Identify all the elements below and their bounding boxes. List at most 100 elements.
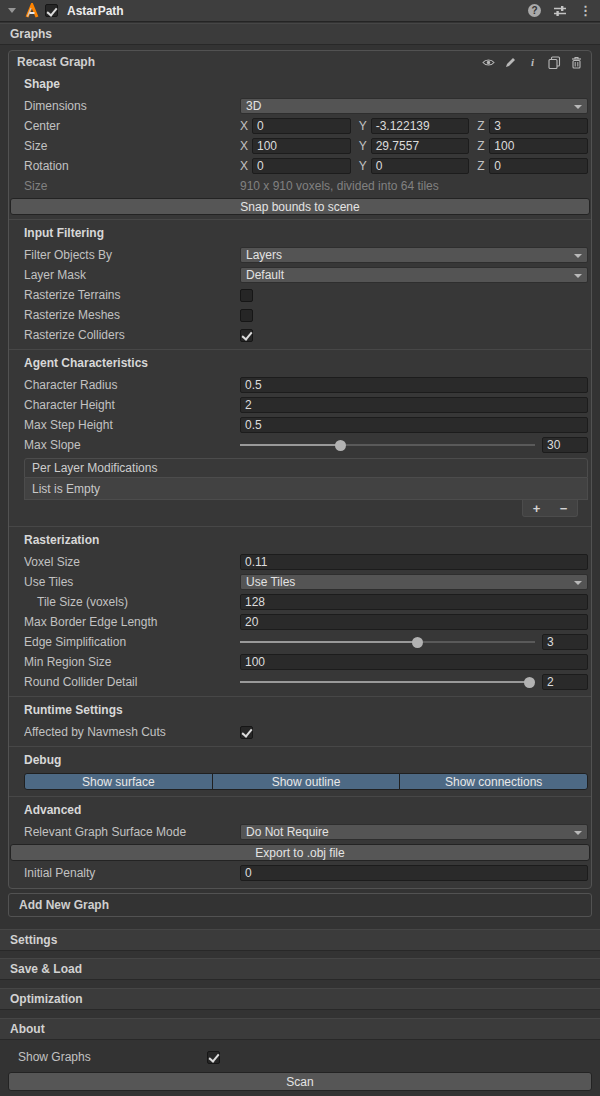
rasterize-meshes-row: Rasterize Meshes	[9, 305, 591, 325]
character-height-field[interactable]: 2	[240, 397, 588, 413]
add-new-graph-button[interactable]: Add New Graph	[8, 893, 592, 917]
recast-graph-title: Recast Graph	[17, 55, 95, 69]
center-y-field[interactable]: -3.122139	[371, 118, 470, 134]
graphs-section-header[interactable]: Graphs	[0, 23, 600, 45]
presets-icon[interactable]	[553, 4, 567, 18]
dimensions-dropdown[interactable]: 3D	[240, 98, 588, 114]
size-z-field[interactable]: 100	[489, 138, 588, 154]
center-z-field[interactable]: 3	[489, 118, 588, 134]
filter-objects-by-row: Filter Objects By Layers	[9, 245, 591, 265]
rotation-y-field[interactable]: 0	[371, 158, 470, 174]
duplicate-icon[interactable]	[548, 56, 561, 69]
recast-graph-header[interactable]: Recast Graph i	[9, 51, 591, 73]
x-axis-label: X	[240, 159, 248, 173]
voxel-size-info-label: Size	[24, 179, 240, 193]
snap-bounds-button[interactable]: Snap bounds to scene	[10, 198, 590, 215]
round-collider-detail-slider[interactable]	[240, 674, 535, 690]
slider-handle[interactable]	[412, 637, 423, 648]
optimization-section-header[interactable]: Optimization	[0, 988, 600, 1010]
rasterize-terrains-checkbox[interactable]	[240, 289, 253, 302]
list-add-button[interactable]: +	[533, 502, 541, 515]
save-load-section-header[interactable]: Save & Load	[0, 958, 600, 980]
center-label: Center	[24, 119, 240, 133]
show-connections-button[interactable]: Show connections	[399, 773, 588, 790]
rasterize-terrains-row: Rasterize Terrains	[9, 285, 591, 305]
voxel-size-row: Voxel Size 0.11	[9, 552, 591, 572]
round-collider-detail-value-field[interactable]: 2	[542, 674, 588, 690]
export-obj-button[interactable]: Export to .obj file	[10, 844, 590, 861]
relevant-graph-surface-mode-dropdown[interactable]: Do Not Require	[240, 824, 588, 840]
delete-trash-icon[interactable]	[570, 56, 583, 69]
agent-characteristics-heading: Agent Characteristics	[9, 352, 591, 373]
edge-simplification-slider[interactable]	[240, 634, 535, 650]
divider	[9, 796, 591, 797]
initial-penalty-field[interactable]: 0	[240, 865, 588, 881]
min-region-size-row: Min Region Size 100	[9, 652, 591, 672]
size-label: Size	[24, 139, 240, 153]
graphs-section-label: Graphs	[10, 27, 52, 41]
character-radius-row: Character Radius 0.5	[9, 375, 591, 395]
y-axis-label: Y	[359, 139, 367, 153]
rotation-z-field[interactable]: 0	[489, 158, 588, 174]
min-region-size-field[interactable]: 100	[240, 654, 588, 670]
debug-buttons: Show surface Show outline Show connectio…	[24, 773, 588, 790]
z-axis-label: Z	[477, 159, 485, 173]
voxel-size-field[interactable]: 0.11	[240, 554, 588, 570]
center-row: Center X0 Y-3.122139 Z3	[9, 116, 591, 136]
divider	[9, 696, 591, 697]
tile-size-field[interactable]: 128	[240, 594, 588, 610]
rasterize-meshes-checkbox[interactable]	[240, 309, 253, 322]
center-x-field[interactable]: 0	[252, 118, 351, 134]
input-filtering-heading: Input Filtering	[9, 222, 591, 243]
rasterize-colliders-checkbox[interactable]	[240, 329, 253, 342]
astarpath-logo-icon	[24, 3, 40, 19]
scan-button[interactable]: Scan	[8, 1072, 592, 1091]
max-border-edge-length-field[interactable]: 20	[240, 614, 588, 630]
max-step-height-field[interactable]: 0.5	[240, 417, 588, 433]
visibility-icon[interactable]	[482, 56, 495, 69]
context-menu-icon[interactable]: ⋮	[579, 3, 592, 18]
layer-mask-dropdown[interactable]: Default	[240, 267, 588, 283]
debug-heading: Debug	[9, 749, 591, 770]
voxel-size-info-value: 910 x 910 voxels, divided into 64 tiles	[240, 179, 439, 193]
max-border-edge-length-row: Max Border Edge Length 20	[9, 612, 591, 632]
y-axis-label: Y	[359, 119, 367, 133]
rotation-label: Rotation	[24, 159, 240, 173]
show-outline-button[interactable]: Show outline	[212, 773, 401, 790]
divider	[9, 349, 591, 350]
divider	[9, 219, 591, 220]
component-enabled-checkbox[interactable]	[45, 4, 58, 17]
settings-section-header[interactable]: Settings	[0, 929, 600, 951]
character-radius-field[interactable]: 0.5	[240, 377, 588, 393]
component-header: AstarPath ? ⋮	[0, 0, 600, 22]
about-section-header[interactable]: About	[0, 1018, 600, 1040]
size-x-field[interactable]: 100	[252, 138, 351, 154]
info-icon[interactable]: i	[526, 56, 539, 69]
max-slope-value-field[interactable]: 30	[542, 437, 588, 453]
affected-by-navmesh-cuts-checkbox[interactable]	[240, 726, 253, 739]
filter-objects-by-dropdown[interactable]: Layers	[240, 247, 588, 263]
list-remove-button[interactable]: −	[560, 502, 568, 515]
round-collider-detail-row: Round Collider Detail 2	[9, 672, 591, 692]
edge-simplification-value-field[interactable]: 3	[542, 634, 588, 650]
slider-handle[interactable]	[335, 440, 346, 451]
show-graphs-checkbox[interactable]	[207, 1051, 220, 1064]
help-icon[interactable]: ?	[528, 4, 541, 17]
max-slope-slider[interactable]	[240, 437, 535, 453]
z-axis-label: Z	[477, 139, 485, 153]
foldout-arrow-icon[interactable]	[8, 8, 16, 13]
slider-handle[interactable]	[524, 677, 535, 688]
recast-graph-panel: Recast Graph i Shape Dimensions 3D Cente…	[8, 50, 592, 889]
x-axis-label: X	[240, 119, 248, 133]
voxel-size-info-row: Size 910 x 910 voxels, divided into 64 t…	[9, 176, 591, 196]
rasterize-colliders-row: Rasterize Colliders	[9, 325, 591, 345]
per-layer-modifications-header[interactable]: Per Layer Modifications	[24, 458, 588, 478]
edit-pencil-icon[interactable]	[504, 56, 517, 69]
size-y-field[interactable]: 29.7557	[371, 138, 470, 154]
use-tiles-dropdown[interactable]: Use Tiles	[240, 574, 588, 590]
character-height-row: Character Height 2	[9, 395, 591, 415]
shape-heading: Shape	[9, 73, 591, 94]
relevant-graph-surface-mode-row: Relevant Graph Surface Mode Do Not Requi…	[9, 822, 591, 842]
rotation-x-field[interactable]: 0	[252, 158, 351, 174]
show-surface-button[interactable]: Show surface	[24, 773, 213, 790]
